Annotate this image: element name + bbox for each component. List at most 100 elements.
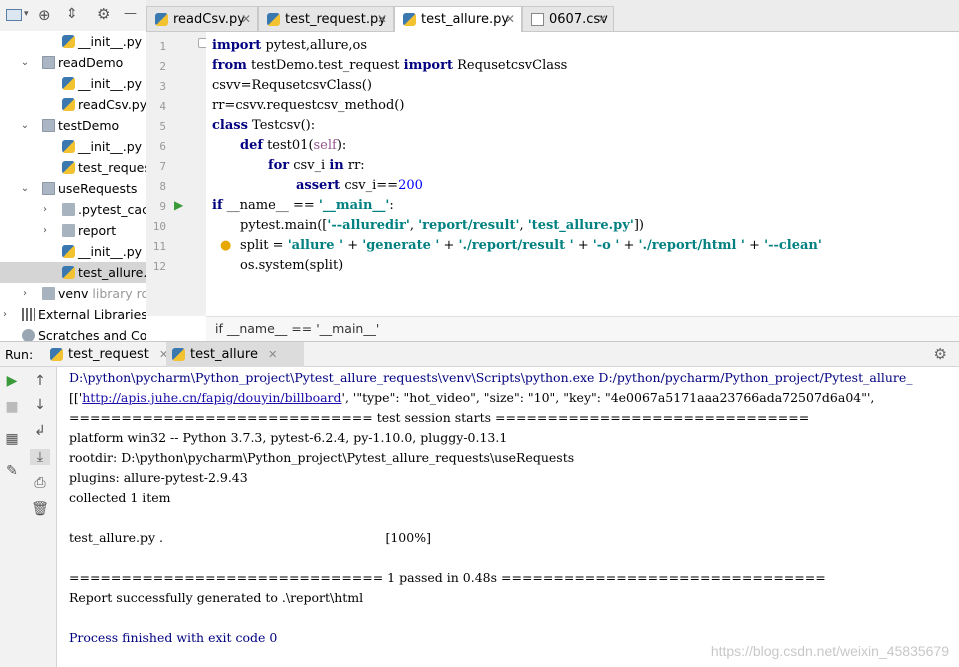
scroll-to-end-icon[interactable]: ⤓ (30, 449, 50, 465)
tab-label: test_allure (190, 347, 258, 362)
close-icon[interactable]: ✕ (241, 7, 251, 32)
tree-item-label: test_allure.p (78, 265, 146, 280)
tree-item[interactable]: Scratches and Con (0, 325, 146, 341)
line-number: 1 (159, 40, 166, 53)
settings-gear-icon[interactable]: ⚙ (97, 5, 110, 23)
up-arrow-icon[interactable]: ↑ (30, 373, 50, 389)
close-icon[interactable]: ✕ (505, 7, 515, 32)
console-toolbar: ↑ ↓ ↲ ⤓ ⎙ 🗑 (25, 367, 57, 667)
chevron-right-icon[interactable]: › (40, 220, 50, 241)
console-link[interactable]: http://apis.juhe.cn/fapig/douyin/billboa… (82, 390, 341, 405)
project-toolbar: ▾ ⊕ ⇕ ⚙ — (0, 0, 146, 32)
chevron-right-icon[interactable]: › (20, 283, 30, 304)
tab-readcsv[interactable]: readCsv.py ✕ (146, 6, 258, 31)
trash-icon[interactable]: 🗑 (30, 501, 50, 517)
dropdown-arrow-icon[interactable]: ▾ (24, 9, 29, 19)
tree-item[interactable]: ⌄ testDemo (0, 115, 146, 136)
line-number: 5 (159, 120, 166, 133)
line-number: 8 (159, 180, 166, 193)
chevron-right-icon[interactable]: › (40, 199, 50, 220)
hide-panel-icon[interactable]: — (124, 6, 137, 21)
tab-csv[interactable]: 0607.csv ✕ (522, 6, 614, 31)
chevron-down-icon[interactable]: ⌄ (20, 115, 30, 136)
code-line: csvv=RequsetcsvClass() (212, 78, 372, 93)
package-folder-icon (42, 56, 55, 69)
python-file-icon (403, 13, 416, 26)
tree-item-label: report (78, 223, 117, 238)
tree-item[interactable]: __init__.py (0, 31, 146, 52)
watermark: https://blog.csdn.net/weixin_45835679 (710, 643, 949, 659)
line-number: 6 (159, 140, 166, 153)
console-line: test_allure.py . [100%] (69, 530, 431, 545)
code-line: from testDemo.test_request import Requse… (212, 58, 568, 73)
line-number: 4 (159, 100, 166, 113)
run-tab-test-allure[interactable]: test_allure ✕ (166, 342, 304, 367)
tree-item[interactable]: › .pytest_cache (0, 199, 146, 220)
run-panel-header: Run: test_request ✕ test_allure ✕ ⚙ (0, 341, 959, 367)
tree-item[interactable]: __init__.py (0, 241, 146, 262)
python-file-icon (50, 348, 63, 361)
tab-test-allure[interactable]: test_allure.py ✕ (394, 6, 522, 32)
tree-item-label: readCsv.py (78, 97, 146, 112)
close-icon[interactable]: ✕ (597, 7, 607, 32)
tree-item[interactable]: › External Libraries (0, 304, 146, 325)
tab-label: readCsv.py (173, 12, 245, 27)
breadcrumb[interactable]: if __name__ == '__main__' (206, 316, 959, 341)
console-line: D:\python\pycharm\Python_project\Pytest_… (69, 370, 913, 385)
tree-item[interactable]: readCsv.py (0, 94, 146, 115)
line-number: 7 (159, 160, 166, 173)
tree-item-label: __init__.py (78, 244, 143, 259)
tree-item-selected[interactable]: test_allure.p (0, 262, 146, 283)
lightbulb-icon[interactable]: ● (220, 238, 231, 253)
print-icon[interactable]: ⎙ (30, 475, 50, 491)
down-arrow-icon[interactable]: ↓ (30, 397, 50, 413)
locate-icon[interactable]: ⊕ (38, 6, 51, 24)
tab-label: test_request.py (285, 12, 386, 27)
console-line: Process finished with exit code 0 (69, 630, 278, 645)
tab-test-request[interactable]: test_request.py ✕ (258, 6, 394, 31)
tree-item[interactable]: ⌄ readDemo (0, 52, 146, 73)
console-line: [['http://apis.juhe.cn/fapig/douyin/bill… (69, 390, 875, 405)
tree-item[interactable]: __init__.py (0, 73, 146, 94)
tree-item[interactable]: ⌄ useRequests (0, 178, 146, 199)
pin-icon[interactable]: ✎ (2, 463, 22, 479)
tab-label: test_request (68, 347, 149, 362)
console-line: ============================== 1 passed … (69, 570, 826, 585)
soft-wrap-icon[interactable]: ↲ (30, 423, 50, 439)
python-file-icon (62, 266, 75, 279)
close-icon[interactable]: ✕ (268, 348, 277, 361)
python-file-icon (62, 98, 75, 111)
chevron-down-icon[interactable]: ⌄ (20, 52, 30, 73)
stop-icon[interactable]: ■ (2, 399, 22, 415)
collapse-all-icon[interactable]: ⇕ (66, 6, 78, 22)
close-icon[interactable]: ✕ (377, 7, 387, 32)
run-tab-test-request[interactable]: test_request ✕ (44, 342, 184, 367)
code-line: import pytest,allure,os (212, 38, 368, 53)
console-line: platform win32 -- Python 3.7.3, pytest-6… (69, 430, 508, 445)
settings-gear-icon[interactable]: ⚙ (934, 345, 947, 363)
layout-icon[interactable]: ▦ (2, 431, 22, 447)
code-line: rr=csvv.requestcsv_method() (212, 98, 405, 113)
tree-item-label: __init__.py (78, 76, 143, 91)
code-editor[interactable]: import pytest,allure,os from testDemo.te… (206, 32, 959, 316)
console-line: Report successfully generated to .\repor… (69, 590, 364, 605)
project-view-icon[interactable] (6, 9, 22, 21)
run-gutter-icon[interactable]: ▶ (174, 198, 183, 212)
tree-item[interactable]: › report (0, 220, 146, 241)
line-number: 3 (159, 80, 166, 93)
line-number: 2 (159, 60, 166, 73)
rerun-icon[interactable]: ▶ (2, 373, 22, 389)
code-line: os.system(split) (240, 258, 344, 273)
code-line: if __name__ == '__main__': (212, 198, 394, 213)
tree-item[interactable]: test_request (0, 157, 146, 178)
scratches-icon (22, 329, 35, 341)
folder-icon (62, 203, 75, 216)
tree-item[interactable]: __init__.py (0, 136, 146, 157)
tree-item-label: useRequests (58, 181, 138, 196)
console-output[interactable]: D:\python\pycharm\Python_project\Pytest_… (57, 367, 959, 667)
code-line: split = 'allure ' + 'generate ' + './rep… (240, 238, 822, 253)
chevron-down-icon[interactable]: ⌄ (20, 178, 30, 199)
chevron-right-icon[interactable]: › (0, 304, 10, 325)
tree-item-label: Scratches and Con (38, 328, 146, 341)
tree-item[interactable]: › venv library roo (0, 283, 146, 304)
